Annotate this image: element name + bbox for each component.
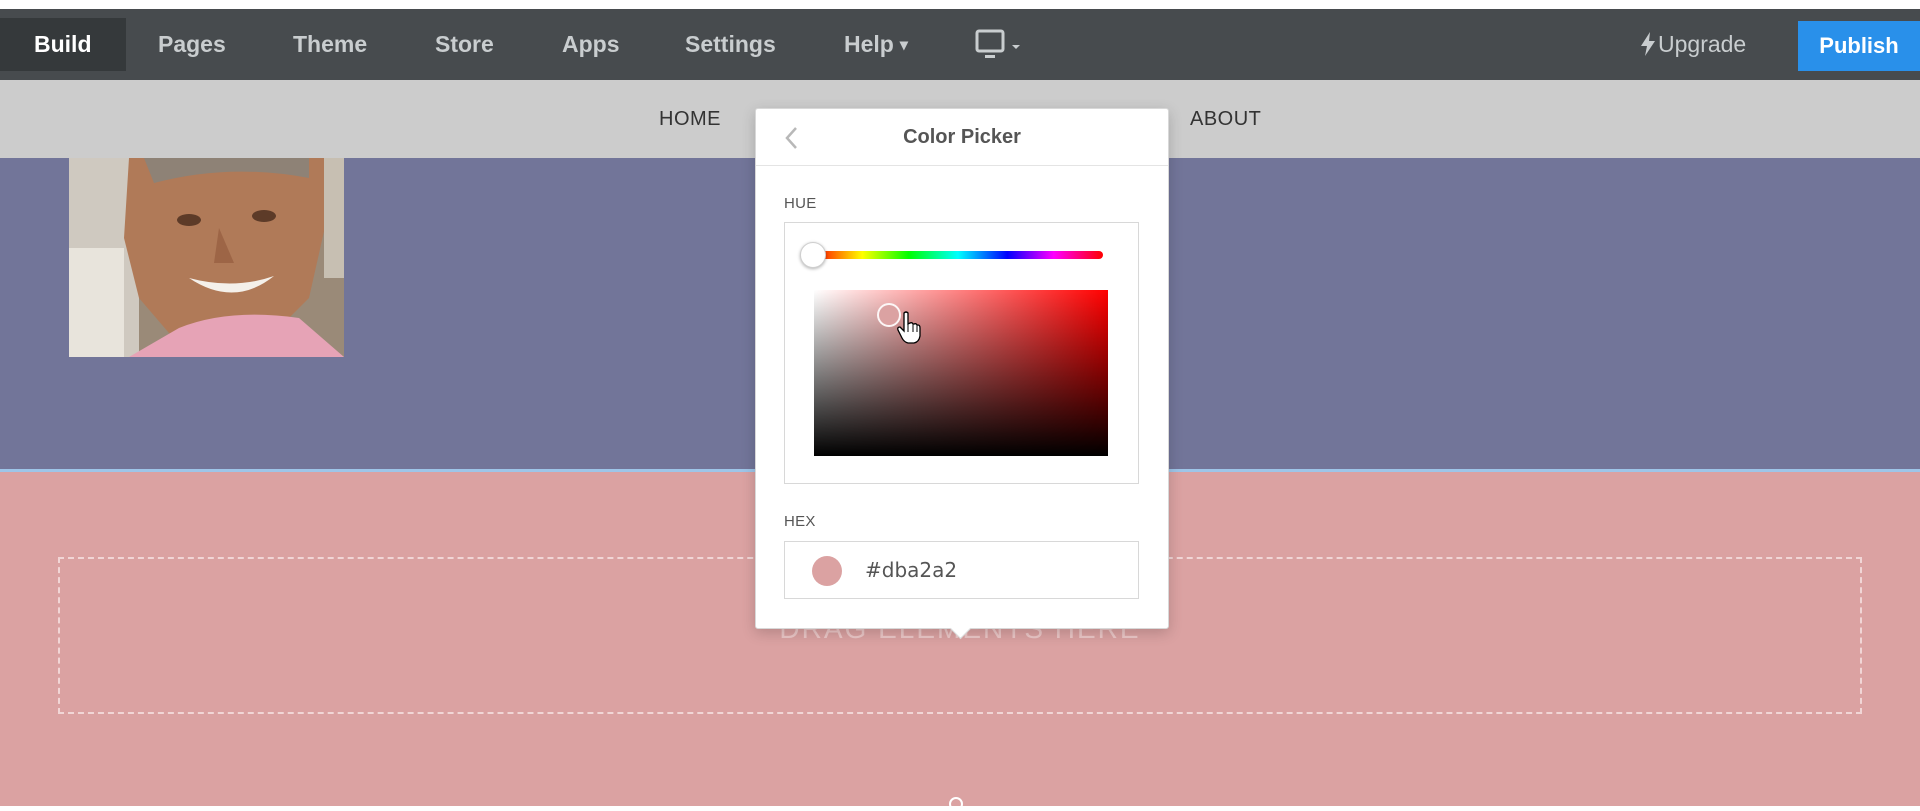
hue-label: HUE — [784, 195, 817, 212]
publish-button[interactable]: Publish — [1798, 21, 1920, 71]
help-caret-icon: ▾ — [899, 37, 908, 54]
upgrade-button[interactable]: Upgrade — [1640, 9, 1746, 80]
hue-container — [784, 222, 1139, 484]
hand-cursor-icon — [897, 311, 921, 344]
color-picker-title: Color Picker — [903, 126, 1021, 148]
chevron-down-icon — [1012, 45, 1020, 49]
upgrade-label: Upgrade — [1658, 31, 1747, 57]
tab-help[interactable]: Help ▾ — [844, 18, 908, 71]
nav-link-about[interactable]: ABOUT — [1190, 80, 1261, 158]
tab-settings[interactable]: Settings — [685, 18, 776, 71]
profile-photo[interactable] — [69, 158, 344, 357]
tab-store-label: Store — [435, 31, 494, 57]
tab-apps[interactable]: Apps — [562, 18, 620, 71]
tab-theme[interactable]: Theme — [293, 18, 367, 71]
bolt-icon — [1640, 13, 1656, 84]
color-picker-header: Color Picker — [756, 109, 1168, 166]
tab-apps-label: Apps — [562, 31, 620, 57]
device-preview-button[interactable] — [975, 29, 1025, 69]
tab-build[interactable]: Build — [0, 18, 126, 71]
tab-pages-label: Pages — [158, 31, 226, 57]
tab-pages[interactable]: Pages — [158, 18, 226, 71]
color-picker-panel: Color Picker HUE HEX — [755, 108, 1169, 640]
tab-settings-label: Settings — [685, 31, 776, 57]
nav-link-home[interactable]: HOME — [659, 80, 721, 158]
tab-theme-label: Theme — [293, 31, 368, 57]
hue-slider[interactable] — [813, 251, 1103, 259]
tab-store[interactable]: Store — [435, 18, 494, 71]
editor-toolbar: Build Pages Theme Store Apps Settings He… — [0, 9, 1920, 80]
monitor-icon — [975, 29, 1020, 58]
hex-field — [784, 541, 1139, 599]
hex-input[interactable] — [865, 552, 1115, 588]
saturation-value-area[interactable] — [814, 290, 1108, 456]
tab-help-label: Help — [844, 31, 894, 57]
section-resize-handle[interactable] — [949, 797, 963, 811]
hex-label: HEX — [784, 513, 816, 530]
tab-build-label: Build — [34, 31, 92, 57]
color-swatch — [812, 556, 842, 586]
hue-slider-handle[interactable] — [800, 242, 826, 268]
